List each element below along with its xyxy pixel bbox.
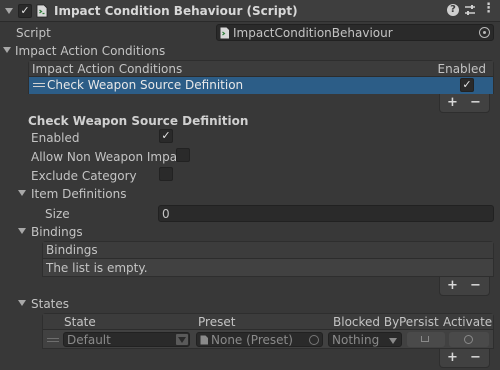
states-foldout-icon[interactable]: [18, 300, 26, 306]
bindings-footer: + −: [439, 277, 490, 296]
preset-field[interactable]: None (Preset): [196, 332, 323, 347]
add-binding-button[interactable]: +: [447, 278, 458, 293]
script-field[interactable]: ImpactConditionBehaviour: [216, 24, 494, 41]
dropdown-arrow-icon: [176, 334, 188, 345]
help-icon[interactable]: ?: [447, 4, 459, 16]
states-table: State Preset Blocked By Persist Activate…: [42, 313, 494, 349]
enabled-checkbox[interactable]: ✓: [159, 129, 173, 143]
bindings-list-header: Bindings: [43, 242, 493, 259]
condition-enabled-checkbox[interactable]: ✓: [460, 78, 474, 92]
component-enabled-checkbox[interactable]: ✓: [18, 4, 32, 18]
size-label: Size: [45, 207, 70, 221]
script-label: Script: [16, 26, 51, 40]
more-options-icon[interactable]: ⋮: [482, 2, 495, 16]
definition-title: Check Weapon Source Definition: [28, 114, 249, 128]
impact-conditions-label: Impact Action Conditions: [15, 44, 166, 58]
enabled-column-header: Enabled: [437, 62, 487, 76]
states-table-header: State Preset Blocked By Persist Activate: [43, 314, 493, 330]
table-row: Default None (Preset) Nothing: [43, 331, 493, 349]
states-footer: + −: [439, 349, 490, 368]
blocked-by-column-header: Blocked By: [333, 315, 400, 329]
impact-conditions-footer: + −: [439, 94, 490, 113]
script-file-icon: [36, 4, 48, 18]
bindings-label: Bindings: [31, 225, 83, 239]
drag-handle-icon[interactable]: [47, 338, 59, 339]
size-input[interactable]: 0: [158, 205, 494, 222]
allow-non-weapon-checkbox[interactable]: [176, 148, 190, 162]
preset-file-icon: [200, 335, 208, 345]
activate-button[interactable]: [449, 332, 489, 347]
script-value: ImpactConditionBehaviour: [233, 26, 393, 40]
item-definitions-label: Item Definitions: [31, 187, 127, 201]
bindings-foldout-icon[interactable]: [18, 228, 26, 234]
list-item[interactable]: Check Weapon Source Definition ✓: [29, 77, 493, 94]
bindings-empty-text: The list is empty.: [46, 261, 148, 275]
blocked-by-dropdown[interactable]: Nothing: [328, 332, 402, 347]
object-picker-icon[interactable]: [309, 335, 319, 345]
state-column-header: State: [64, 315, 96, 329]
bindings-list: Bindings The list is empty.: [42, 241, 494, 277]
drag-handle-icon[interactable]: [33, 83, 45, 84]
exclude-category-label: Exclude Category: [31, 169, 137, 183]
state-value: Default: [67, 333, 111, 347]
impact-conditions-list: Impact Action Conditions Enabled Check W…: [28, 60, 494, 94]
presets-icon[interactable]: [464, 4, 476, 16]
allow-non-weapon-label: Allow Non Weapon Impact: [31, 150, 189, 164]
preset-column-header: Preset: [198, 315, 236, 329]
preset-value: None (Preset): [211, 333, 293, 347]
impact-conditions-list-header: Impact Action Conditions Enabled: [29, 61, 493, 77]
script-file-icon: [220, 27, 229, 39]
add-condition-button[interactable]: +: [447, 95, 458, 110]
remove-state-button[interactable]: −: [470, 350, 481, 365]
states-label: States: [31, 297, 70, 311]
object-picker-icon[interactable]: [479, 27, 490, 38]
exclude-category-checkbox[interactable]: [159, 167, 173, 181]
enabled-label: Enabled: [31, 131, 80, 145]
impact-conditions-foldout-icon[interactable]: [3, 47, 11, 53]
activate-icon: [464, 335, 473, 344]
component-header: ✓ Impact Condition Behaviour (Script) ? …: [0, 0, 500, 22]
condition-item-label: Check Weapon Source Definition: [47, 78, 244, 92]
persist-column-header: Persist: [399, 315, 439, 329]
activate-column-header: Activate: [443, 315, 493, 329]
add-state-button[interactable]: +: [447, 350, 458, 365]
persist-icon: [421, 336, 429, 342]
blocked-by-value: Nothing: [332, 333, 380, 347]
remove-binding-button[interactable]: −: [470, 278, 481, 293]
persist-button[interactable]: [407, 332, 445, 347]
bindings-list-title: Bindings: [46, 243, 98, 257]
chevron-down-icon: [389, 338, 397, 344]
foldout-arrow-icon[interactable]: [5, 8, 13, 14]
item-definitions-foldout-icon[interactable]: [18, 190, 26, 196]
impact-conditions-list-title: Impact Action Conditions: [32, 62, 183, 76]
state-dropdown[interactable]: Default: [63, 332, 190, 347]
component-title: Impact Condition Behaviour (Script): [54, 4, 298, 18]
remove-condition-button[interactable]: −: [470, 95, 481, 110]
size-value: 0: [162, 207, 170, 221]
